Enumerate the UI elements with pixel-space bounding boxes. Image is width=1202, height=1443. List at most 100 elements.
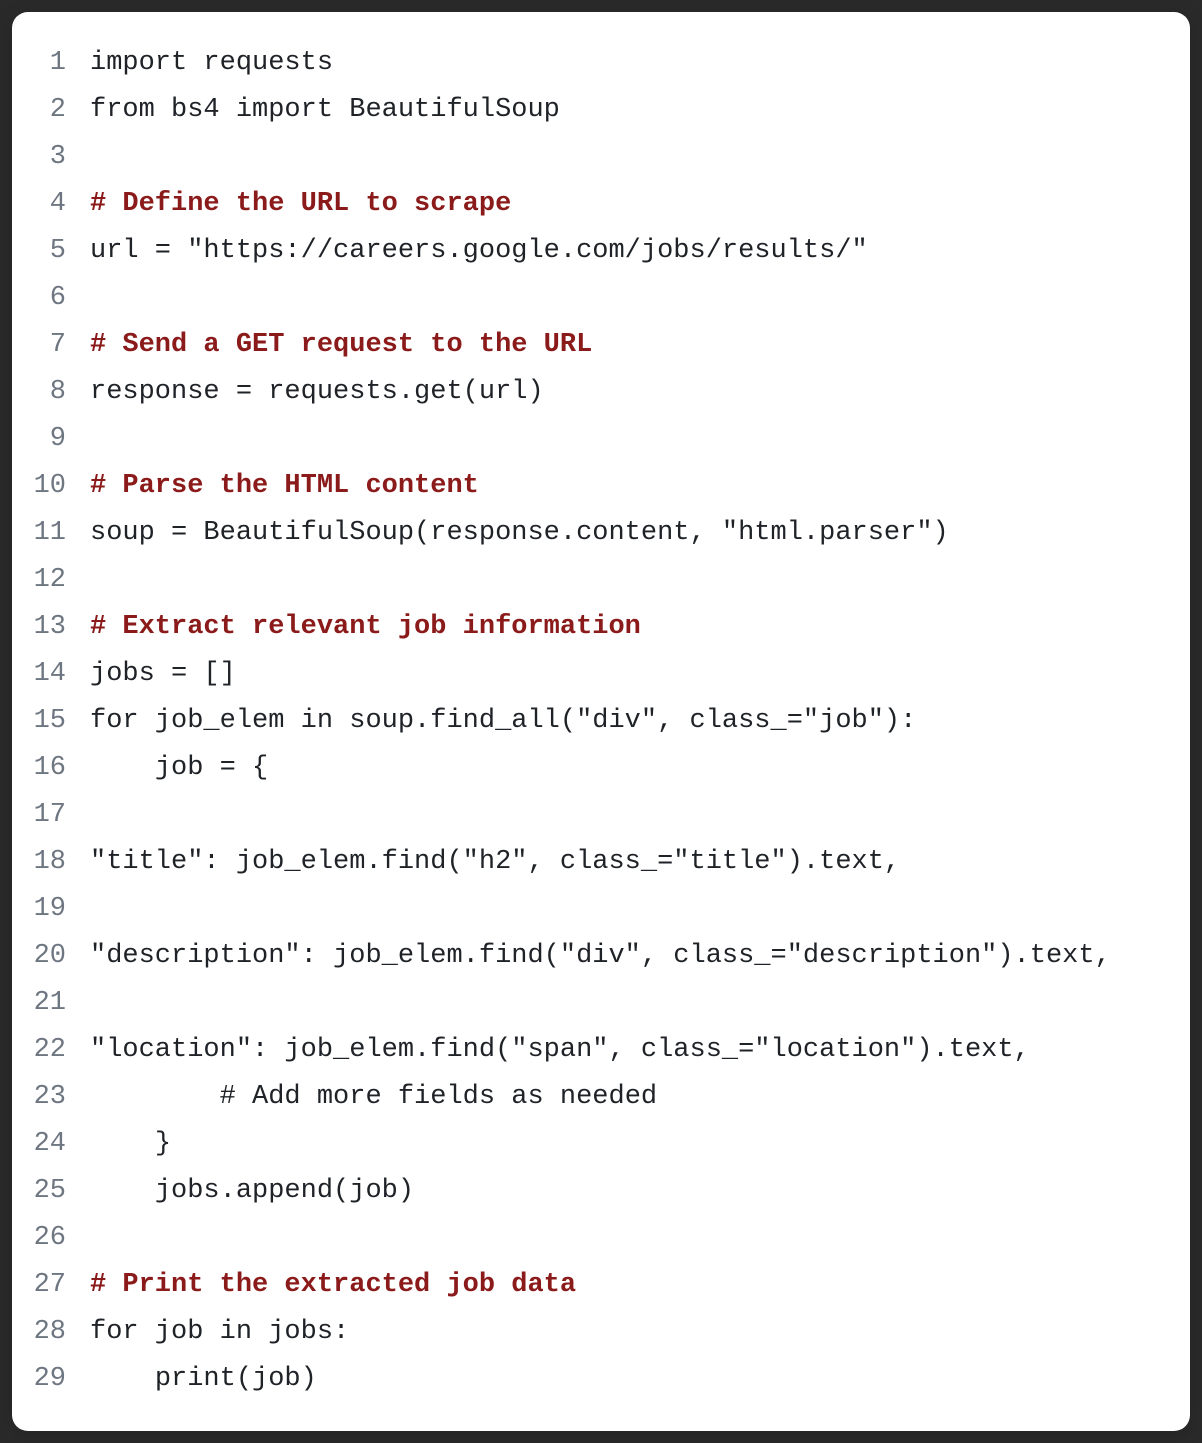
line-number: 3 bbox=[32, 134, 90, 181]
line-content: "title": job_elem.find("h2", class_="tit… bbox=[90, 839, 1160, 886]
line-number: 1 bbox=[32, 40, 90, 87]
code-segment: soup = BeautifulSoup(response.content, "… bbox=[90, 518, 949, 548]
line-number: 9 bbox=[32, 416, 90, 463]
line-content: # Print the extracted job data bbox=[90, 1262, 1160, 1309]
code-segment: # Add more fields as needed bbox=[90, 1082, 657, 1112]
code-segment: from bs4 import BeautifulSoup bbox=[90, 95, 560, 125]
code-line: 19 bbox=[32, 886, 1160, 933]
code-line: 18"title": job_elem.find("h2", class_="t… bbox=[32, 839, 1160, 886]
code-line: 5url = "https://careers.google.com/jobs/… bbox=[32, 228, 1160, 275]
line-number: 8 bbox=[32, 369, 90, 416]
line-number: 4 bbox=[32, 181, 90, 228]
line-content: jobs.append(job) bbox=[90, 1168, 1160, 1215]
line-content: "description": job_elem.find("div", clas… bbox=[90, 933, 1160, 980]
line-content: response = requests.get(url) bbox=[90, 369, 1160, 416]
line-number: 7 bbox=[32, 322, 90, 369]
line-content: # Extract relevant job information bbox=[90, 604, 1160, 651]
code-line: 27# Print the extracted job data bbox=[32, 1262, 1160, 1309]
line-content: url = "https://careers.google.com/jobs/r… bbox=[90, 228, 1160, 275]
line-number: 15 bbox=[32, 698, 90, 745]
code-line: 16 job = { bbox=[32, 745, 1160, 792]
code-line: 12 bbox=[32, 557, 1160, 604]
line-number: 29 bbox=[32, 1356, 90, 1403]
line-number: 27 bbox=[32, 1262, 90, 1309]
code-line: 6 bbox=[32, 275, 1160, 322]
line-content: # Send a GET request to the URL bbox=[90, 322, 1160, 369]
code-block: 1import requests2from bs4 import Beautif… bbox=[12, 12, 1190, 1431]
line-content: jobs = [] bbox=[90, 651, 1160, 698]
line-number: 24 bbox=[32, 1121, 90, 1168]
code-line: 2from bs4 import BeautifulSoup bbox=[32, 87, 1160, 134]
code-line: 28for job in jobs: bbox=[32, 1309, 1160, 1356]
code-line: 17 bbox=[32, 792, 1160, 839]
code-segment: import requests bbox=[90, 48, 333, 78]
line-content: job = { bbox=[90, 745, 1160, 792]
code-segment: job = { bbox=[90, 753, 268, 783]
code-line: 11soup = BeautifulSoup(response.content,… bbox=[32, 510, 1160, 557]
code-line: 23 # Add more fields as needed bbox=[32, 1074, 1160, 1121]
code-segment: # Define the URL to scrape bbox=[90, 189, 511, 219]
code-line: 10# Parse the HTML content bbox=[32, 463, 1160, 510]
code-line: 9 bbox=[32, 416, 1160, 463]
code-line: 20"description": job_elem.find("div", cl… bbox=[32, 933, 1160, 980]
line-number: 28 bbox=[32, 1309, 90, 1356]
code-segment: # Send a GET request to the URL bbox=[90, 330, 592, 360]
line-number: 18 bbox=[32, 839, 90, 886]
line-number: 16 bbox=[32, 745, 90, 792]
code-segment: # Print the extracted job data bbox=[90, 1270, 576, 1300]
line-content: "location": job_elem.find("span", class_… bbox=[90, 1027, 1160, 1074]
code-line: 7# Send a GET request to the URL bbox=[32, 322, 1160, 369]
line-number: 11 bbox=[32, 510, 90, 557]
line-content: soup = BeautifulSoup(response.content, "… bbox=[90, 510, 1160, 557]
code-line: 4# Define the URL to scrape bbox=[32, 181, 1160, 228]
code-segment: "location": job_elem.find("span", class_… bbox=[90, 1035, 1030, 1065]
code-segment: response = requests.get(url) bbox=[90, 377, 544, 407]
code-segment: # Parse the HTML content bbox=[90, 471, 479, 501]
line-number: 20 bbox=[32, 933, 90, 980]
line-content: } bbox=[90, 1121, 1160, 1168]
line-content: # Parse the HTML content bbox=[90, 463, 1160, 510]
line-content: for job_elem in soup.find_all("div", cla… bbox=[90, 698, 1160, 745]
code-line: 21 bbox=[32, 980, 1160, 1027]
line-content: import requests bbox=[90, 40, 1160, 87]
code-segment: } bbox=[90, 1129, 171, 1159]
line-content: print(job) bbox=[90, 1356, 1160, 1403]
line-content: # Define the URL to scrape bbox=[90, 181, 1160, 228]
code-line: 3 bbox=[32, 134, 1160, 181]
code-segment: url = "https://careers.google.com/jobs/r… bbox=[90, 236, 868, 266]
line-number: 6 bbox=[32, 275, 90, 322]
code-line: 24 } bbox=[32, 1121, 1160, 1168]
line-content: from bs4 import BeautifulSoup bbox=[90, 87, 1160, 134]
code-segment: "title": job_elem.find("h2", class_="tit… bbox=[90, 847, 900, 877]
code-line: 29 print(job) bbox=[32, 1356, 1160, 1403]
line-content: for job in jobs: bbox=[90, 1309, 1160, 1356]
line-number: 26 bbox=[32, 1215, 90, 1262]
line-number: 5 bbox=[32, 228, 90, 275]
line-number: 17 bbox=[32, 792, 90, 839]
line-number: 25 bbox=[32, 1168, 90, 1215]
code-segment: for job_elem in soup.find_all("div", cla… bbox=[90, 706, 916, 736]
code-line: 13# Extract relevant job information bbox=[32, 604, 1160, 651]
line-number: 10 bbox=[32, 463, 90, 510]
code-container: 1import requests2from bs4 import Beautif… bbox=[32, 40, 1160, 1403]
line-number: 12 bbox=[32, 557, 90, 604]
code-line: 26 bbox=[32, 1215, 1160, 1262]
line-number: 2 bbox=[32, 87, 90, 134]
line-number: 14 bbox=[32, 651, 90, 698]
line-number: 22 bbox=[32, 1027, 90, 1074]
line-number: 19 bbox=[32, 886, 90, 933]
code-segment: # Extract relevant job information bbox=[90, 612, 641, 642]
code-segment: "description": job_elem.find("div", clas… bbox=[90, 941, 1111, 971]
code-line: 15for job_elem in soup.find_all("div", c… bbox=[32, 698, 1160, 745]
code-segment: for job in jobs: bbox=[90, 1317, 349, 1347]
line-number: 21 bbox=[32, 980, 90, 1027]
code-segment: jobs = [] bbox=[90, 659, 236, 689]
line-content: # Add more fields as needed bbox=[90, 1074, 1160, 1121]
code-line: 14jobs = [] bbox=[32, 651, 1160, 698]
code-segment: jobs.append(job) bbox=[90, 1176, 414, 1206]
code-line: 1import requests bbox=[32, 40, 1160, 87]
line-number: 23 bbox=[32, 1074, 90, 1121]
code-line: 25 jobs.append(job) bbox=[32, 1168, 1160, 1215]
code-segment: print(job) bbox=[90, 1364, 317, 1394]
line-number: 13 bbox=[32, 604, 90, 651]
